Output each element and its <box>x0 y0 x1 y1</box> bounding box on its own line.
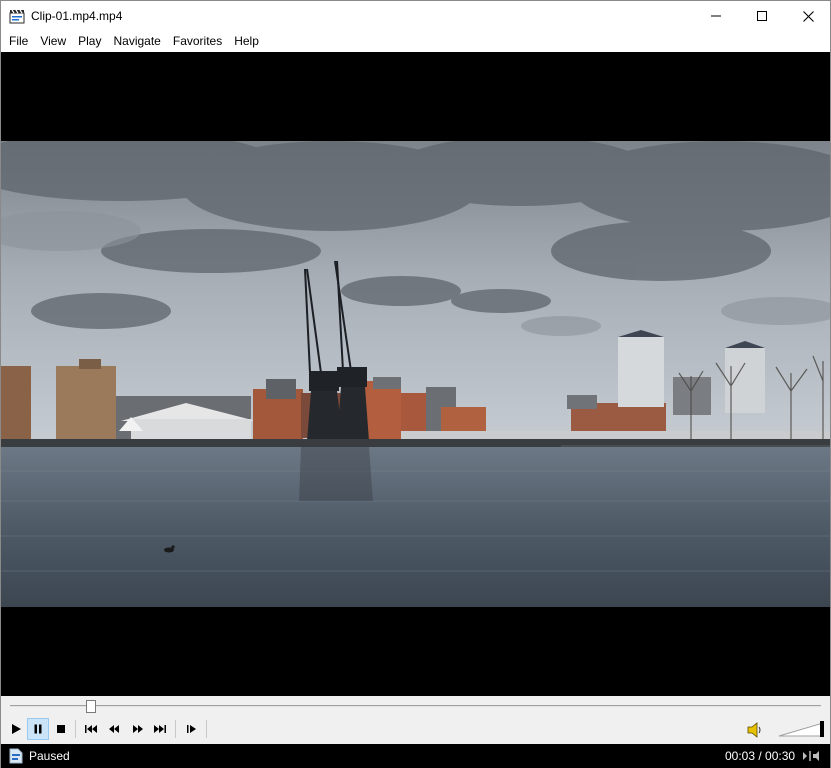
minimize-button[interactable] <box>693 1 739 31</box>
pause-button[interactable] <box>27 718 49 740</box>
video-frame <box>1 141 830 607</box>
maximize-button[interactable] <box>739 1 785 31</box>
previous-button[interactable] <box>80 718 102 740</box>
toolbar-separator <box>206 720 207 738</box>
video-area[interactable] <box>1 52 830 696</box>
close-button[interactable] <box>785 1 831 31</box>
playback-time: 00:03 / 00:30 <box>725 749 796 763</box>
volume-thumb <box>820 721 824 737</box>
fast-forward-icon <box>133 725 143 733</box>
stop-icon <box>57 725 65 733</box>
play-icon <box>12 724 21 734</box>
status-bar: Paused 00:03 / 00:30 <box>1 744 830 768</box>
clapperboard-icon <box>9 9 25 24</box>
seek-bar[interactable] <box>1 696 830 716</box>
window-title: Clip-01.mp4.mp4 <box>31 9 123 23</box>
toolbar-separator <box>175 720 176 738</box>
fast-forward-button[interactable] <box>127 718 149 740</box>
menu-file[interactable]: File <box>3 31 34 52</box>
menu-navigate[interactable]: Navigate <box>107 31 166 52</box>
seek-thumb[interactable] <box>86 700 96 713</box>
play-button[interactable] <box>5 718 27 740</box>
video-frame-image <box>1 141 830 607</box>
next-button[interactable] <box>149 718 171 740</box>
menu-view-label: View <box>40 34 67 48</box>
menu-navigate-label: Navigate <box>113 34 161 48</box>
menu-favorites[interactable]: Favorites <box>167 31 228 52</box>
minimize-icon <box>711 15 721 17</box>
skip-forward-icon <box>154 725 166 733</box>
menu-play-label: Play <box>78 34 102 48</box>
rewind-button[interactable] <box>103 718 125 740</box>
audio-sync-icon[interactable] <box>801 749 823 763</box>
speaker-icon[interactable] <box>745 720 765 740</box>
frame-step-button[interactable] <box>181 718 203 740</box>
menu-help-label: Help <box>234 34 259 48</box>
seek-track[interactable] <box>10 705 821 707</box>
pause-icon <box>34 724 42 734</box>
playback-status: Paused <box>29 749 70 763</box>
menu-play[interactable]: Play <box>72 31 107 52</box>
stop-button[interactable] <box>50 718 72 740</box>
skip-back-icon <box>85 725 97 733</box>
volume-slider[interactable] <box>777 719 825 739</box>
menu-view[interactable]: View <box>34 31 72 52</box>
title-bar[interactable]: Clip-01.mp4.mp4 <box>1 1 830 31</box>
player-window: Clip-01.mp4.mp4 File View Play Navigate … <box>0 0 831 768</box>
toolbar-separator <box>75 720 76 738</box>
menu-file-label: File <box>9 34 29 48</box>
menu-bar: File View Play Navigate Favorites Help <box>1 31 830 52</box>
menu-help[interactable]: Help <box>228 31 265 52</box>
document-icon <box>9 748 23 764</box>
menu-favorites-label: Favorites <box>172 34 223 48</box>
rewind-icon <box>109 725 119 733</box>
maximize-icon <box>757 11 767 21</box>
playback-toolbar <box>1 716 830 744</box>
frame-step-icon <box>187 725 196 733</box>
close-icon <box>802 10 814 22</box>
